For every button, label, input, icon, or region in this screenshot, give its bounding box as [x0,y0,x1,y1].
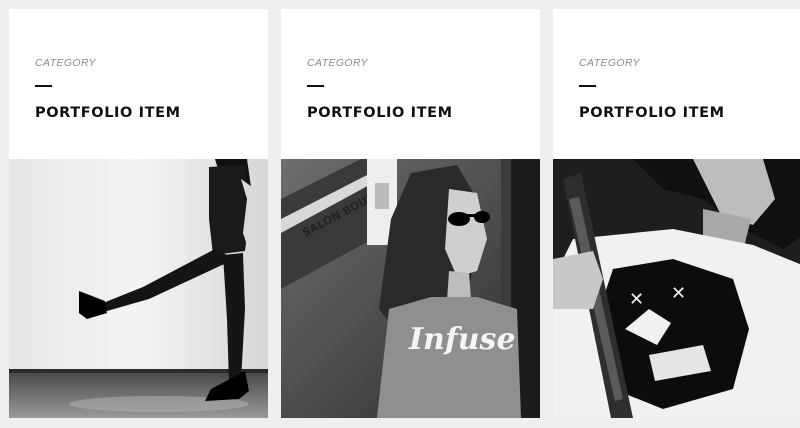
svg-text:✕: ✕ [671,283,686,304]
portfolio-image-woman-kicking[interactable] [9,159,268,418]
portfolio-image-man-guitar-tee[interactable]: ✕ ✕ [553,159,800,418]
card-header: CATEGORY PORTFOLIO ITEM [553,9,800,159]
card-header: CATEGORY PORTFOLIO ITEM [9,9,268,159]
portfolio-card[interactable]: CATEGORY PORTFOLIO ITEM [9,9,268,418]
card-title[interactable]: PORTFOLIO ITEM [307,105,453,121]
card-title[interactable]: PORTFOLIO ITEM [35,105,181,121]
portfolio-grid: CATEGORY PORTFOLIO ITEM CATEGORY PORTFOL… [0,0,800,428]
card-header: CATEGORY PORTFOLIO ITEM [281,9,540,159]
shirt-print-text: Infuse [408,322,516,357]
card-title[interactable]: PORTFOLIO ITEM [579,105,725,121]
title-divider [35,85,52,87]
portfolio-card[interactable]: CATEGORY PORTFOLIO ITEM ✕ ✕ [553,9,800,418]
title-divider [579,85,596,87]
title-divider [307,85,324,87]
card-category[interactable]: CATEGORY [307,57,368,69]
card-category[interactable]: CATEGORY [579,57,640,69]
portfolio-card[interactable]: CATEGORY PORTFOLIO ITEM SALON BOUTIQU In… [281,9,540,418]
svg-text:✕: ✕ [629,289,644,310]
card-category[interactable]: CATEGORY [35,57,96,69]
portfolio-image-woman-infuse-tee[interactable]: SALON BOUTIQU Infuse [281,159,540,418]
